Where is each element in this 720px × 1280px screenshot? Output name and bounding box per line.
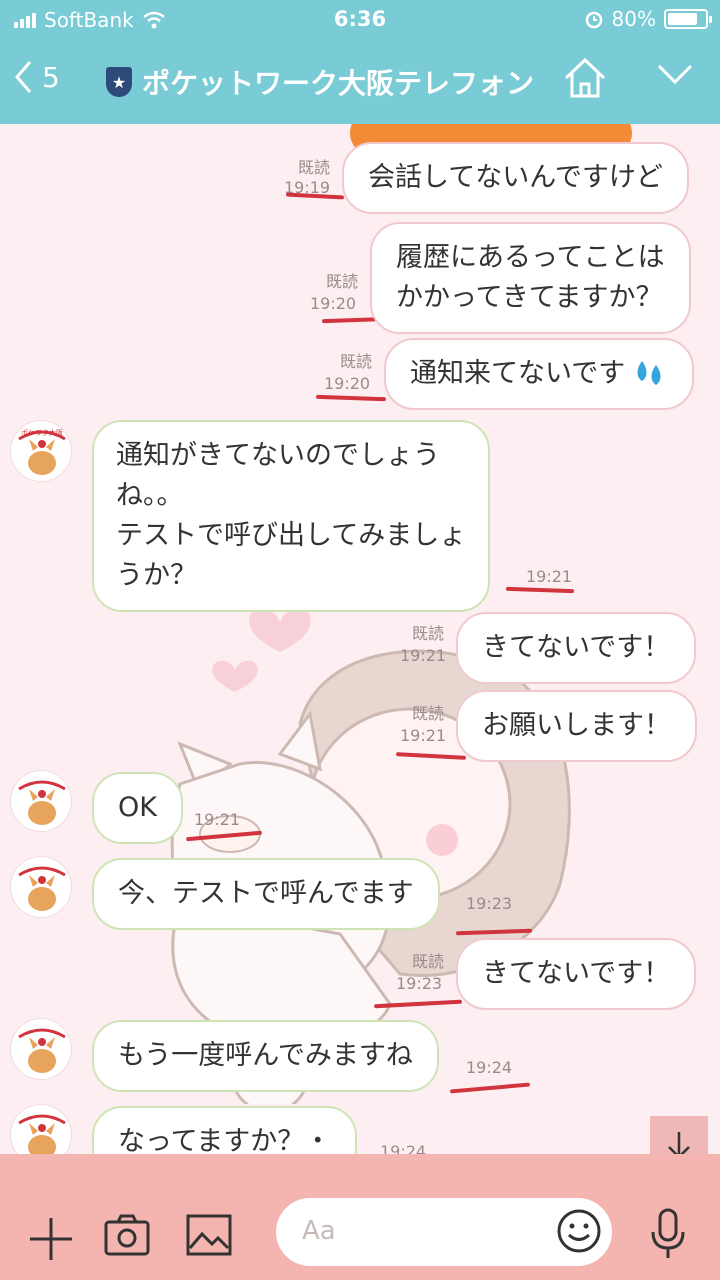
scroll-to-bottom-button[interactable] bbox=[650, 1116, 708, 1154]
pocket-work-logo-icon bbox=[18, 866, 66, 911]
message-time: 19:24 bbox=[380, 1142, 427, 1154]
message-text: きてないです！ bbox=[482, 958, 671, 989]
image-icon[interactable] bbox=[186, 1214, 232, 1256]
message-bubble[interactable]: 会話してないんですけど bbox=[342, 142, 689, 214]
message-input-bar: Aa bbox=[0, 1154, 720, 1280]
status-bar: SoftBank 6:36 80% bbox=[0, 0, 720, 40]
message-text: 会話してないんですけど bbox=[368, 162, 663, 193]
message-line: 通知がきてないのでしょう bbox=[116, 440, 440, 471]
message-time: 19:20 bbox=[310, 294, 357, 313]
top-bar: SoftBank 6:36 80% 5 ★ ポケットワーク大阪テレフォン bbox=[0, 0, 720, 124]
read-receipt: 既読 bbox=[326, 272, 359, 291]
message-input-placeholder: Aa bbox=[302, 1216, 336, 1246]
message-time: 19:21 bbox=[400, 726, 447, 745]
message-text: お願いします！ bbox=[482, 710, 671, 741]
camera-icon[interactable] bbox=[104, 1214, 150, 1256]
message-bubble[interactable]: 今、テストで呼んでます bbox=[92, 858, 440, 930]
chat-area[interactable]: 既読 19:19 会話してないんですけど 既読 19:20 履歴にあるってことは… bbox=[0, 124, 720, 1154]
message-bubble[interactable]: きてないです！ bbox=[456, 938, 697, 1010]
avatar[interactable] bbox=[10, 856, 72, 918]
shield-icon: ★ bbox=[106, 67, 132, 97]
message-bubble[interactable]: きてないです！ bbox=[456, 612, 697, 684]
message-text: きてないです！ bbox=[482, 632, 671, 663]
read-receipt: 既読 bbox=[340, 352, 373, 371]
annotation-line bbox=[505, 586, 575, 594]
read-receipt: 既読 bbox=[412, 952, 445, 971]
read-receipt: 既読 bbox=[412, 624, 445, 643]
arrow-down-icon bbox=[668, 1132, 690, 1154]
back-count: 5 bbox=[42, 60, 60, 94]
message-bubble[interactable]: OK bbox=[92, 772, 183, 844]
message-text: なってますか？・ bbox=[118, 1126, 332, 1154]
message-text: OK bbox=[118, 792, 157, 823]
battery-fill bbox=[668, 13, 697, 25]
message-time: 19:24 bbox=[466, 1058, 513, 1077]
avatar[interactable] bbox=[10, 1104, 72, 1154]
message-bubble[interactable]: もう一度呼んでみますね bbox=[92, 1020, 439, 1092]
chat-title[interactable]: ★ ポケットワーク大阪テレフォン bbox=[106, 62, 534, 102]
message-time: 19:21 bbox=[194, 810, 241, 829]
message-bubble[interactable]: お願いします！ bbox=[456, 690, 697, 762]
back-button[interactable]: 5 bbox=[14, 60, 60, 94]
back-chevron-icon bbox=[15, 61, 32, 93]
avatar[interactable]: ポケワク大阪 bbox=[10, 420, 72, 482]
message-bubble[interactable]: 通知来てないです bbox=[384, 338, 694, 410]
message-line: ね。。 bbox=[116, 480, 184, 511]
message-bubble[interactable]: 通知がきてないのでしょう ね。。 テストで呼び出してみましょ うか？ bbox=[92, 420, 491, 612]
message-time: 19:23 bbox=[466, 894, 513, 913]
avatar[interactable] bbox=[10, 1018, 72, 1080]
message-line: 履歴にあるってことは bbox=[396, 242, 665, 273]
smile-icon[interactable] bbox=[556, 1208, 602, 1254]
message-text: もう一度呼んでみますね bbox=[118, 1040, 413, 1071]
message-time: 19:23 bbox=[396, 974, 443, 993]
svg-text:ポケワク大阪: ポケワク大阪 bbox=[21, 428, 63, 437]
alarm-icon bbox=[585, 11, 602, 29]
message-text: 今、テストで呼んでます bbox=[118, 878, 414, 909]
message-time: 19:20 bbox=[324, 374, 371, 393]
battery-icon bbox=[664, 9, 712, 29]
read-receipt: 既読 bbox=[412, 704, 445, 723]
chat-title-text: ポケットワーク大阪テレフォン bbox=[142, 67, 535, 100]
chat-header: 5 ★ ポケットワーク大阪テレフォン bbox=[0, 44, 720, 120]
message-text: 通知来てないです bbox=[410, 358, 626, 389]
message-line: かかってきてますか？ bbox=[396, 282, 663, 313]
sweat-drops-icon bbox=[634, 359, 668, 387]
avatar[interactable] bbox=[10, 770, 72, 832]
message-line: テストで呼び出してみましょ bbox=[116, 520, 467, 551]
annotation-line bbox=[315, 394, 387, 402]
message-time: 19:21 bbox=[526, 567, 573, 586]
mic-icon[interactable] bbox=[650, 1208, 686, 1260]
message-bubble[interactable]: なってますか？・ bbox=[92, 1106, 358, 1154]
annotation-line bbox=[285, 192, 345, 200]
plus-icon[interactable] bbox=[28, 1216, 74, 1262]
message-time: 19:21 bbox=[400, 646, 447, 665]
chevron-down-icon[interactable] bbox=[656, 62, 694, 86]
pocket-work-logo-icon bbox=[18, 1028, 66, 1073]
battery-percent: 80% bbox=[611, 7, 656, 31]
home-icon[interactable] bbox=[562, 56, 608, 100]
read-receipt: 既読 bbox=[298, 158, 331, 177]
pocket-work-logo-icon: ポケワク大阪 bbox=[18, 428, 66, 475]
message-bubble[interactable]: 履歴にあるってことは かかってきてますか？ bbox=[370, 222, 691, 334]
message-line: うか？ bbox=[116, 560, 197, 591]
message-input[interactable]: Aa bbox=[276, 1198, 612, 1266]
pocket-work-logo-icon bbox=[18, 1114, 66, 1154]
pocket-work-logo-icon bbox=[18, 780, 66, 825]
